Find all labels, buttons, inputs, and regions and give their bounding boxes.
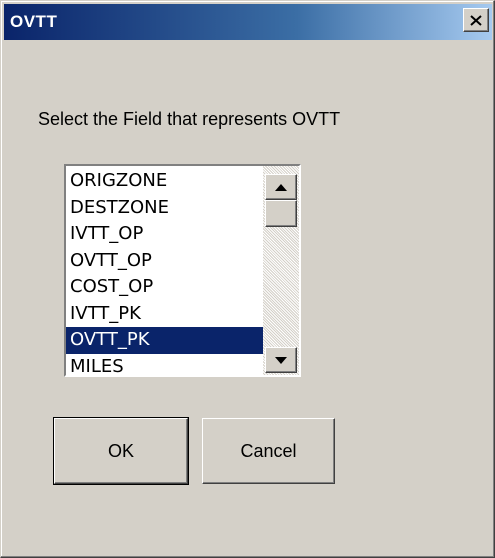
field-listbox[interactable]: ORIGZONE DESTZONE IVTT_OP OVTT_OP COST_OP IVT…	[64, 164, 301, 377]
list-item[interactable]: IVTT_OP	[66, 221, 263, 248]
scroll-up-button[interactable]	[265, 174, 297, 200]
prompt-label: Select the Field that represents OVTT	[38, 109, 341, 129]
scroll-thumb[interactable]	[265, 200, 297, 227]
ok-button[interactable]: OK	[53, 417, 189, 485]
list-item[interactable]: IVTT_PK	[66, 301, 263, 328]
arrow-down-icon	[275, 356, 287, 364]
list-item[interactable]: OVTT_OP	[66, 248, 263, 275]
scroll-down-button[interactable]	[265, 347, 297, 373]
cancel-button[interactable]: Cancel	[202, 418, 335, 484]
field-list: ORIGZONE DESTZONE IVTT_OP OVTT_OP COST_OP IVT…	[66, 168, 263, 376]
list-item[interactable]: COST_OP	[66, 274, 263, 301]
list-item[interactable]: ORIGZONE	[66, 168, 263, 195]
window-title: OVTT	[10, 12, 58, 31]
list-item[interactable]: OVTT_PK	[66, 327, 263, 354]
close-icon	[470, 14, 482, 26]
listbox-scrollbar[interactable]	[263, 166, 299, 375]
close-button[interactable]	[463, 8, 489, 32]
title-bar[interactable]: OVTT	[4, 4, 492, 40]
list-item[interactable]: MILES	[66, 354, 263, 376]
list-item[interactable]: DESTZONE	[66, 195, 263, 222]
arrow-up-icon	[275, 183, 287, 191]
dialog-window: OVTT Select the Field that represents OV…	[0, 0, 495, 558]
